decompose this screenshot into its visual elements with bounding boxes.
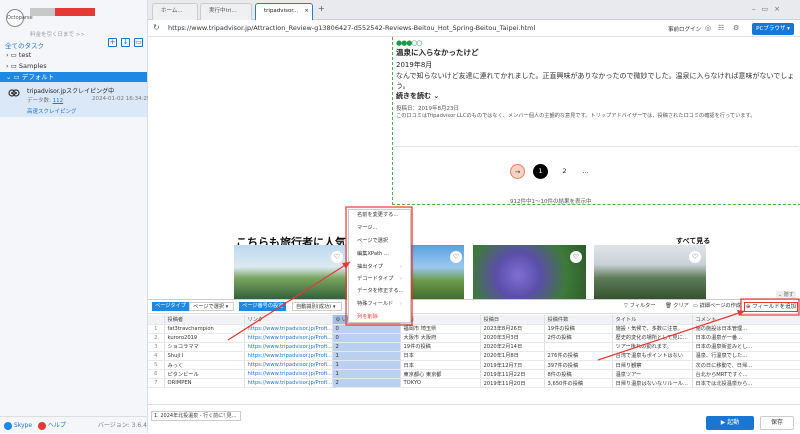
highlight-box [345, 206, 413, 326]
highlight-box [740, 298, 800, 316]
annotation-arrow [227, 261, 351, 341]
arrow-head-icon [342, 262, 350, 269]
annotation-overlay [227, 206, 800, 361]
annotation-arrow [597, 310, 746, 361]
